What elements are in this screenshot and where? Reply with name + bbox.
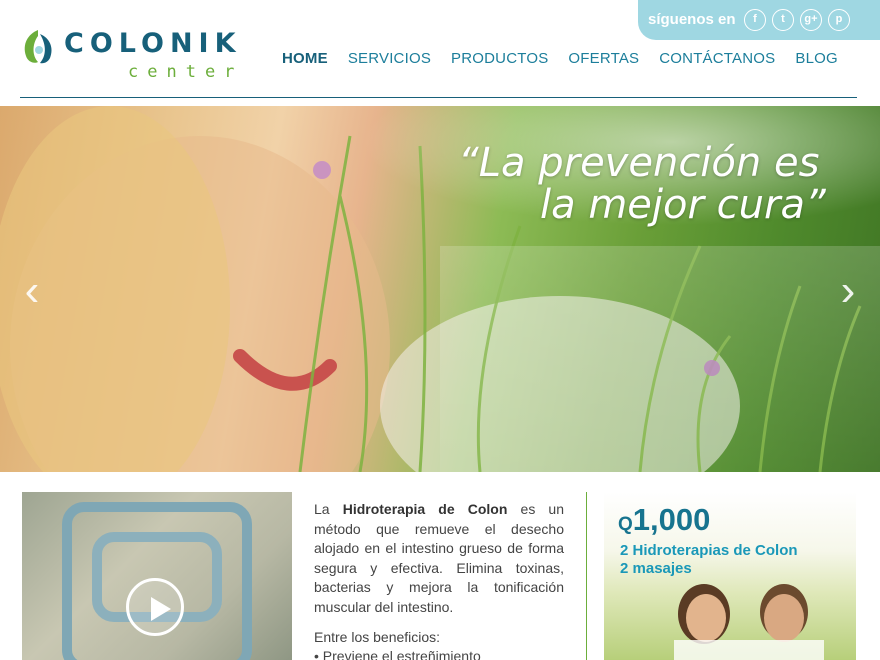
nav-item-blog[interactable]: BLOG bbox=[795, 50, 837, 72]
nav-item-servicios[interactable]: SERVICIOS bbox=[348, 50, 431, 72]
promo-banner[interactable]: Q1,000 2 Hidroterapias de Colon 2 masaje… bbox=[604, 492, 856, 660]
hero-quote: “La prevención es la mejor cura” bbox=[430, 142, 850, 226]
nav-item-productos[interactable]: PRODUCTOS bbox=[451, 50, 548, 72]
benefits-title: Entre los beneficios: bbox=[314, 629, 441, 645]
service-description: La Hidroterapia de Colon es un método qu… bbox=[314, 500, 564, 617]
content-divider bbox=[586, 492, 587, 660]
nav-item-home[interactable]: HOME bbox=[282, 50, 328, 72]
main-nav: HOME SERVICIOS PRODUCTOS OFERTAS CONTÁCT… bbox=[282, 50, 858, 72]
play-icon bbox=[151, 597, 171, 621]
social-bar: síguenos en f t g+ p bbox=[638, 0, 880, 40]
promo-amount: 1,000 bbox=[632, 502, 711, 537]
google-plus-icon[interactable]: g+ bbox=[800, 9, 822, 31]
hero-slider: “La prevención es la mejor cura” ‹ › bbox=[0, 106, 880, 472]
benefits-list: Entre los beneficios: • Previene el estr… bbox=[314, 628, 564, 660]
hero-quote-line1: “La prevención es bbox=[458, 140, 820, 186]
logo-name: COLONIK bbox=[64, 28, 242, 59]
pinterest-icon[interactable]: p bbox=[828, 9, 850, 31]
promo-price: Q1,000 bbox=[618, 502, 710, 538]
next-slide-arrow-icon[interactable]: › bbox=[834, 268, 862, 314]
social-label: síguenos en bbox=[648, 11, 736, 28]
desc-rest: es un método que remueve el desecho aloj… bbox=[314, 501, 565, 615]
video-thumbnail[interactable] bbox=[22, 492, 292, 660]
header-divider bbox=[20, 97, 857, 98]
play-button[interactable] bbox=[126, 578, 184, 636]
promo-couple-photo bbox=[674, 584, 824, 660]
desc-prefix: La bbox=[314, 501, 343, 517]
facebook-icon[interactable]: f bbox=[744, 9, 766, 31]
hero-quote-line2: la mejor cura” bbox=[540, 182, 826, 228]
promo-currency: Q bbox=[618, 514, 633, 535]
desc-bold: Hidroterapia de Colon bbox=[342, 501, 508, 517]
nav-item-ofertas[interactable]: OFERTAS bbox=[568, 50, 639, 72]
promo-line-1: 2 Hidroterapias de Colon bbox=[620, 542, 798, 559]
prev-slide-arrow-icon[interactable]: ‹ bbox=[18, 268, 46, 314]
logo-subtitle: center bbox=[128, 62, 244, 82]
leaf-logo-icon bbox=[24, 30, 52, 64]
site-header: COLONIK center síguenos en f t g+ p HOME… bbox=[0, 0, 880, 100]
logo[interactable]: COLONIK center bbox=[20, 24, 260, 84]
benefit-item: • Previene el estreñimiento bbox=[314, 648, 481, 660]
nav-item-contactanos[interactable]: CONTÁCTANOS bbox=[659, 50, 775, 72]
hero-overlay-band bbox=[440, 246, 880, 472]
twitter-icon[interactable]: t bbox=[772, 9, 794, 31]
